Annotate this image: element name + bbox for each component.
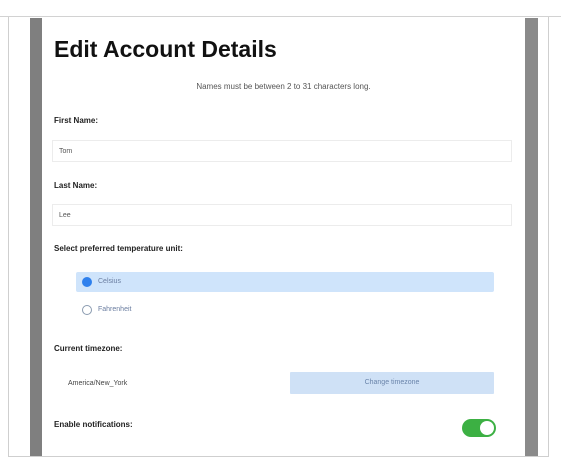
last-name-field[interactable] xyxy=(52,204,512,226)
radio-option-celsius[interactable]: Celsius xyxy=(76,272,494,292)
window-left-border xyxy=(8,17,9,457)
last-name-label: Last Name: xyxy=(54,181,98,190)
change-timezone-button[interactable]: Change timezone xyxy=(290,372,494,394)
first-name-field[interactable] xyxy=(52,140,512,162)
left-side-bar xyxy=(30,18,42,456)
first-name-label: First Name: xyxy=(54,116,99,125)
name-length-hint: Names must be between 2 to 31 characters… xyxy=(196,82,371,91)
timezone-label: Current timezone: xyxy=(54,344,123,353)
notifications-label: Enable notifications: xyxy=(54,420,133,429)
radio-label-fahrenheit: Fahrenheit xyxy=(98,306,132,313)
temperature-unit-label: Select preferred temperature unit: xyxy=(54,244,183,253)
radio-option-fahrenheit[interactable]: Fahrenheit xyxy=(76,300,494,320)
right-side-bar xyxy=(525,18,538,456)
radio-checked-icon xyxy=(82,277,92,287)
page-title: Edit Account Details xyxy=(54,36,277,62)
radio-unchecked-icon xyxy=(82,305,92,315)
notifications-toggle[interactable] xyxy=(462,419,496,437)
timezone-value: America/New_York xyxy=(68,380,128,387)
window-bottom-border xyxy=(8,456,549,457)
radio-label-celsius: Celsius xyxy=(98,278,121,285)
toggle-knob xyxy=(480,421,494,435)
edit-account-panel: Edit Account Details Names must be betwe… xyxy=(42,18,525,456)
window-top-edge xyxy=(0,0,561,17)
window-right-border xyxy=(548,17,549,457)
